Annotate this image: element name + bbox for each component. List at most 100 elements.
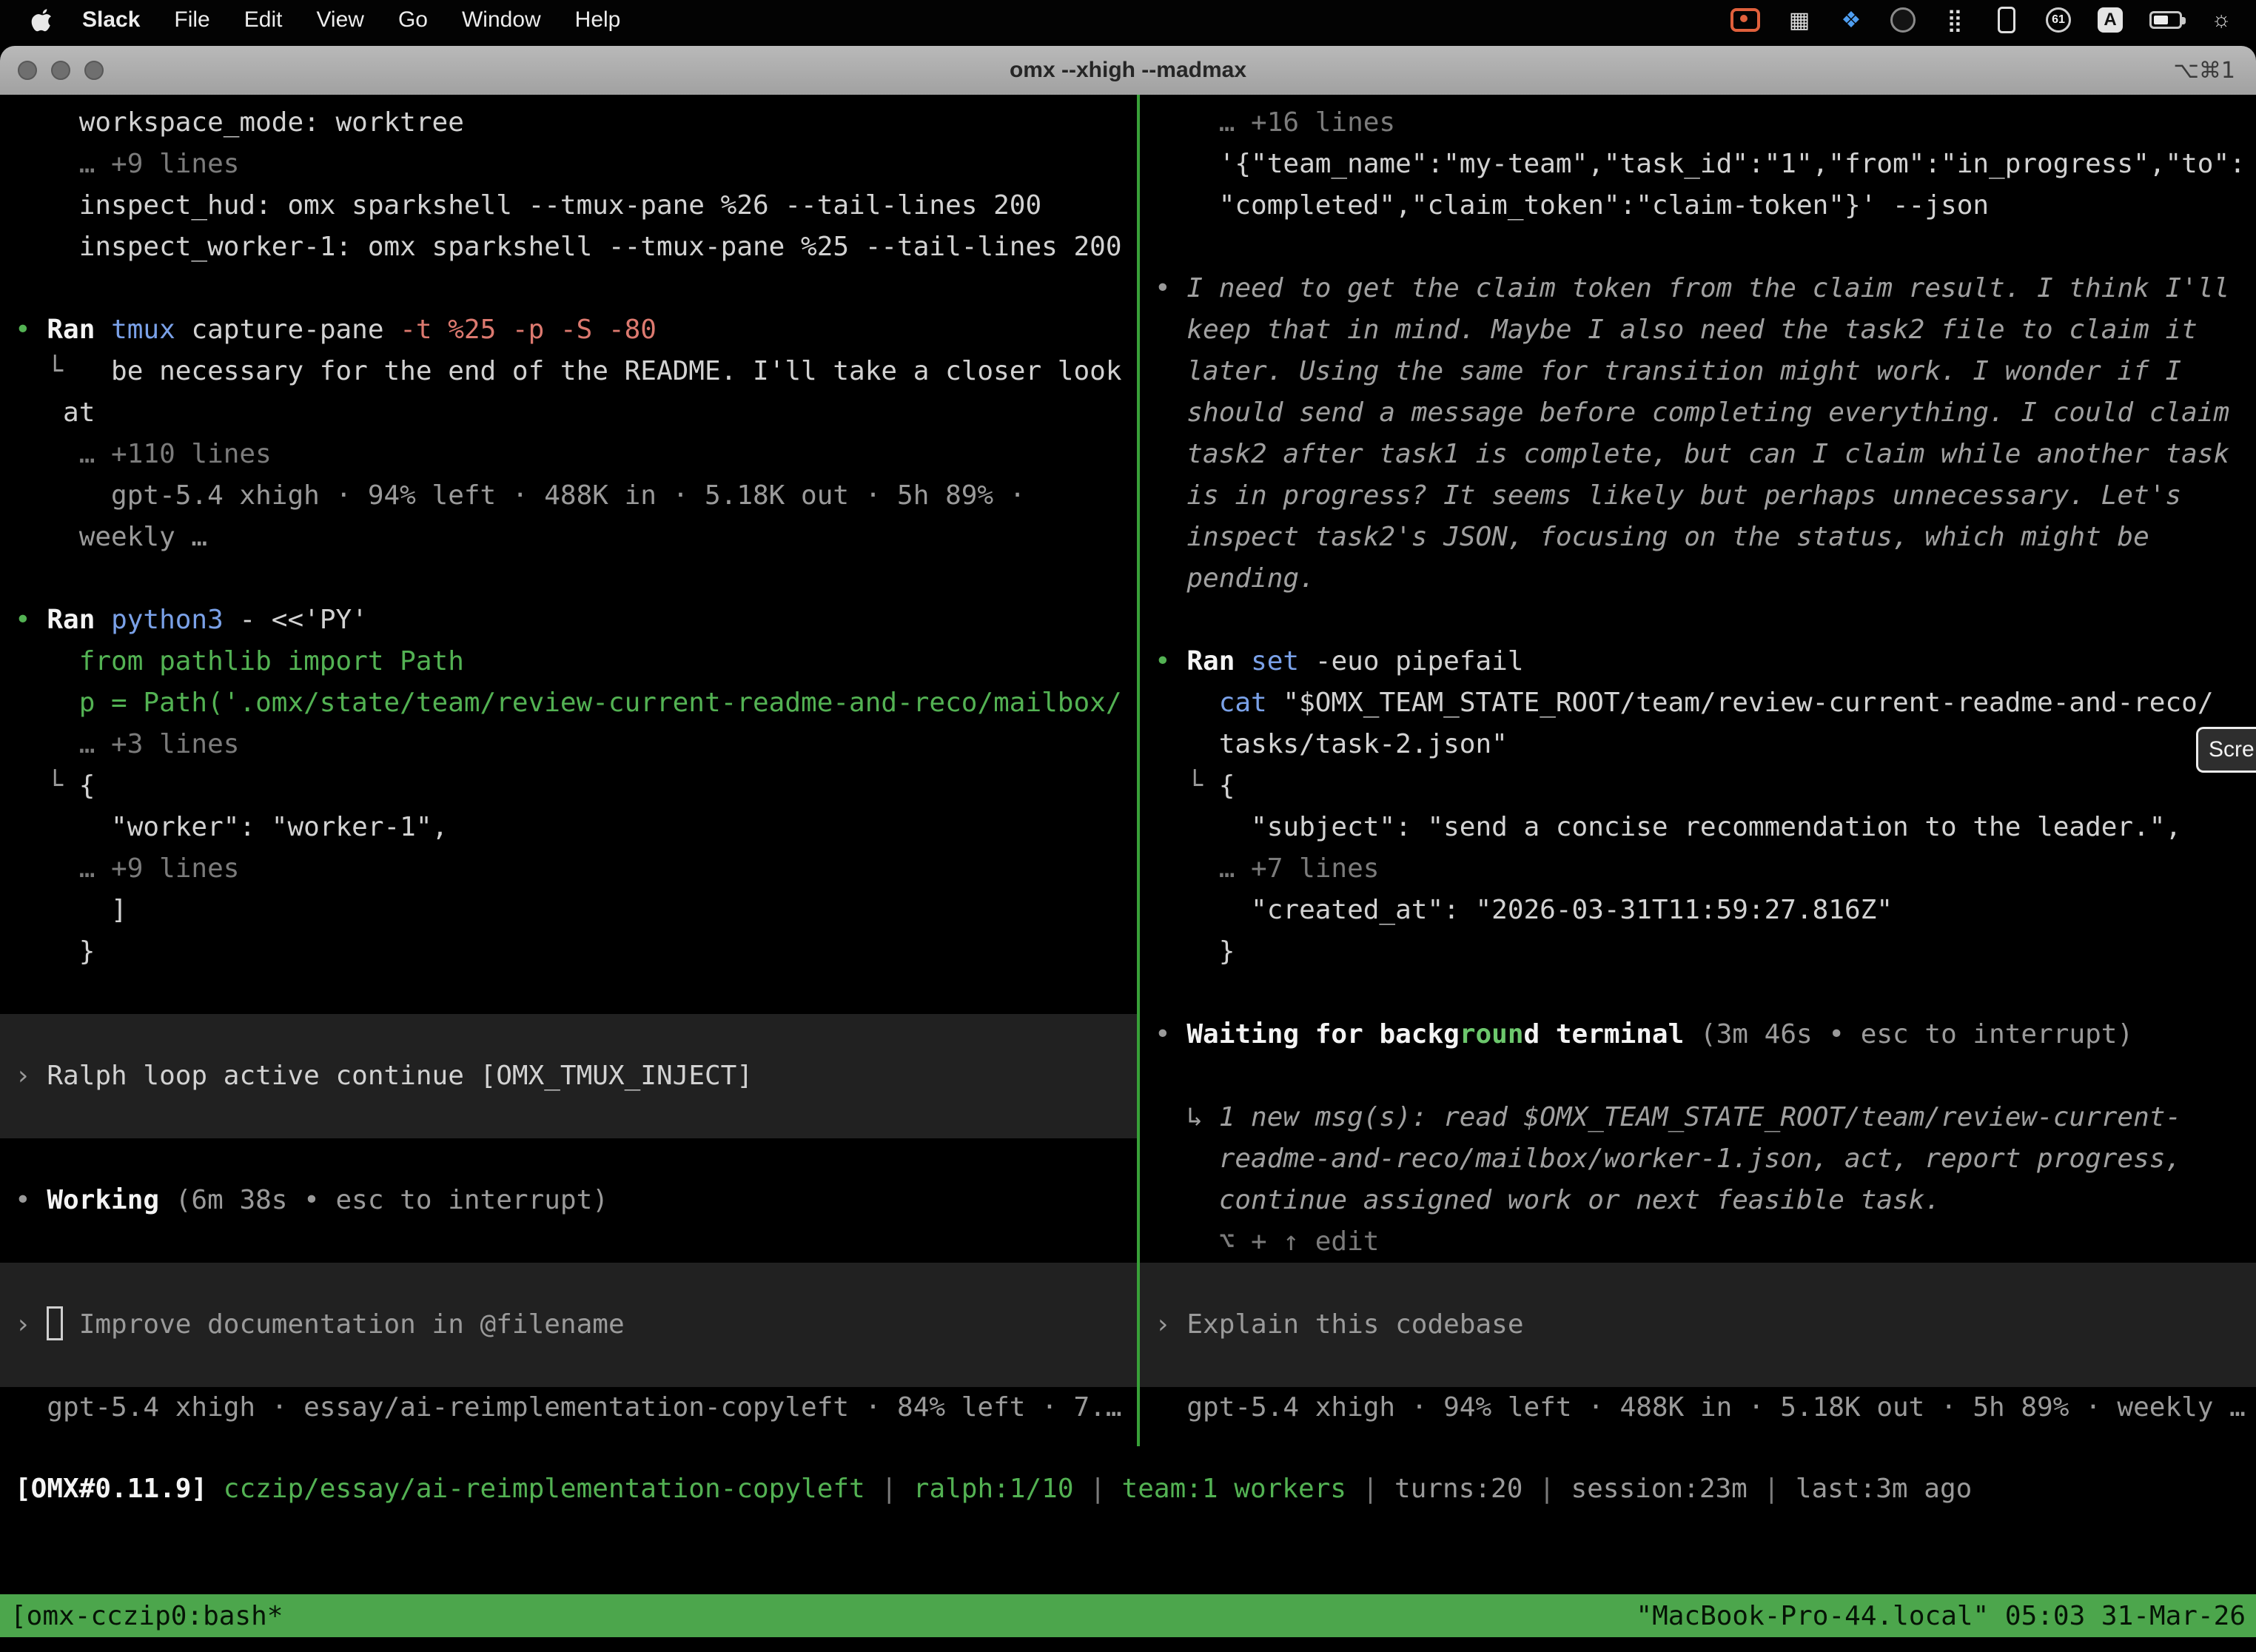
text-segment: p = Path('.omx/state/team/review-current… [15,688,1122,718]
window-tiling-icon[interactable]: ▦ [1787,5,1812,35]
text-segment: • [15,1185,47,1215]
tmux-host-clock: "MacBook-Pro-44.local" 05:03 31-Mar-26 [1636,1601,2246,1631]
terminal-line: "completed","claim_token":"claim-token"}… [1140,185,2256,226]
terminal-line: workspace_mode: worktree [0,102,1137,144]
text-segment: team:1 workers [1122,1474,1346,1504]
text-segment: inspect_worker-1: omx sparkshell --tmux-… [15,232,1122,262]
terminal-line: } [1140,931,2256,973]
terminal-line: └ { [1140,765,2256,807]
apple-logo-icon [31,8,53,32]
dark-app-icon[interactable] [1890,5,1916,35]
text-segment: continue assigned work or next feasible … [1155,1185,1941,1215]
blue-app-icon[interactable]: ❖ [1839,5,1864,35]
text-segment: } [15,936,95,967]
working-status-line: • Working (6m 38s • esc to interrupt) [0,1180,1137,1221]
terminal-line [1140,1263,2256,1304]
text-segment: Waiting for backg [1186,1019,1459,1050]
text-segment: Ran [47,315,111,345]
battery-icon[interactable] [2149,5,2182,35]
terminal-line [1140,226,2256,268]
text-segment: cat [1219,688,1267,718]
text-segment: • [15,605,47,635]
terminal-line: cat "$OMX_TEAM_STATE_ROOT/team/review-cu… [1140,682,2256,724]
text-segment: ⌥ + ↑ edit [1155,1226,1379,1257]
terminal-line: keep that in mind. Maybe I also need the… [1140,309,2256,351]
prompt-suggestion-line[interactable]: › Explain this codebase [1140,1304,2256,1346]
input-source-icon[interactable]: A [2098,5,2123,35]
text-segment: Ralph loop active continue [OMX_TMUX_INJ… [47,1061,753,1091]
tmux-panes: workspace_mode: worktree … +9 lines insp… [0,95,2256,1446]
text-segment: | [1346,1474,1394,1504]
text-segment: "completed","claim_token":"claim-token"}… [1155,190,1989,221]
text-segment: { [79,770,95,801]
text-segment: • [1155,273,1186,303]
text-segment: … +110 lines [15,439,272,469]
terminal-line: … +7 lines [1140,848,2256,890]
dark-dot [1890,7,1916,33]
text-segment: › Explain this codebase [1155,1309,1524,1340]
close-button[interactable] [18,61,37,80]
iphone-mirroring-icon[interactable] [1994,5,2019,35]
text-segment: Working [47,1185,159,1215]
terminal-line: └ { [0,765,1137,807]
menu-help[interactable]: Help [558,7,638,33]
input-source-letter: A [2098,7,2123,33]
text-segment: I need to get the claim token from the c… [1186,273,2229,303]
text-segment: python3 [111,605,224,635]
menu-view[interactable]: View [299,7,380,33]
window-shortcut-hint: ⌥⌘1 [2173,58,2235,84]
terminal-line: p = Path('.omx/state/team/review-current… [0,682,1137,724]
text-segment: tmux [111,315,175,345]
terminal-line: weekly … [0,517,1137,558]
text-segment: | [1074,1474,1122,1504]
tmux-status-bar: [omx-cczip0:bash* "MacBook-Pro-44.local"… [0,1594,2256,1637]
terminal-pane-left[interactable]: workspace_mode: worktree … +9 lines insp… [0,95,1137,1446]
tmux-session-window: [omx-cczip0:bash* [10,1601,283,1631]
text-segment: gpt-5.4 xhigh · essay/ai-reimplementatio… [15,1392,1122,1423]
text-segment: inspect task2's JSON, focusing on the st… [1155,522,2149,552]
terminal-line: inspect_worker-1: omx sparkshell --tmux-… [0,226,1137,268]
text-segment: task2 after task1 is complete, but can I… [1155,439,2229,469]
menu-file[interactable]: File [157,7,226,33]
battery-gauge-icon[interactable]: 61 [2046,5,2071,35]
terminal-line [0,1014,1137,1055]
menu-slack[interactable]: Slack [65,7,157,33]
terminal-line [1140,1055,2256,1097]
menu-go[interactable]: Go [381,7,445,33]
recording-indicator-icon[interactable] [1730,5,1760,35]
zoom-button[interactable] [84,61,104,80]
minimize-button[interactable] [51,61,70,80]
text-segment: └ [15,770,79,801]
terminal-line: later. Using the same for transition mig… [1140,351,2256,392]
gauge-ring: 61 [2046,7,2071,33]
thinking-line: • I need to get the claim token from the… [1140,268,2256,309]
text-segment: … +3 lines [15,729,239,759]
fan-icon[interactable]: ☼ [2209,5,2234,35]
text-segment: workspace_mode: worktree [15,107,464,138]
text-segment: cczip/essay/ai-reimplementation-copyleft [207,1474,865,1504]
terminal-line: ] [0,890,1137,931]
screen-button-clipped[interactable]: Scre [2196,727,2256,773]
prompt-input-line[interactable]: › Improve documentation in @filename [0,1304,1137,1346]
text-segment: should send a message before completing … [1155,397,2229,428]
text-segment: [OMX#0.11.9] [15,1474,207,1504]
terminal-line: inspect task2's JSON, focusing on the st… [1140,517,2256,558]
text-segment: last:3m ago [1796,1474,1972,1504]
model-status-line: gpt-5.4 xhigh · essay/ai-reimplementatio… [0,1387,1137,1428]
text-segment: (3m 46s • esc to interrupt) [1684,1019,2133,1050]
terminal-pane-right[interactable]: … +16 lines '{"team_name":"my-team","tas… [1140,95,2256,1446]
app-grid-icon[interactable]: ⣿ [1942,5,1967,35]
titlebar[interactable]: omx --xhigh --madmax ⌥⌘1 [0,46,2256,95]
text-segment: -euo pipefail [1299,646,1523,676]
text-segment: | [865,1474,913,1504]
text-segment: ralph:1/10 [913,1474,1074,1504]
terminal-line: tasks/task-2.json" [1140,724,2256,765]
text-segment: turns:20 [1394,1474,1523,1504]
menu-window[interactable]: Window [445,7,558,33]
terminal-line: … +3 lines [0,724,1137,765]
menu-edit[interactable]: Edit [227,7,300,33]
text-segment: set [1251,646,1299,676]
text-segment: from pathlib import Path [15,646,464,676]
apple-menu-icon[interactable] [19,8,65,32]
queued-message-line: › Ralph loop active continue [OMX_TMUX_I… [0,1055,1137,1097]
